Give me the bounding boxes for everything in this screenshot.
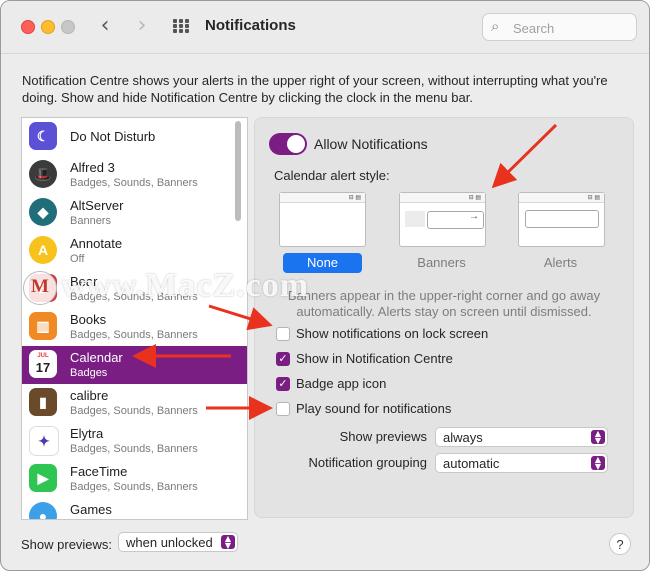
annotation-arrow-lock-screen [208,304,273,331]
preferences-window: ‹ › Notifications ⌕ Notification Centre … [0,0,650,571]
annotation-arrows [132,123,558,420]
annotation-arrow-banners [491,123,558,189]
